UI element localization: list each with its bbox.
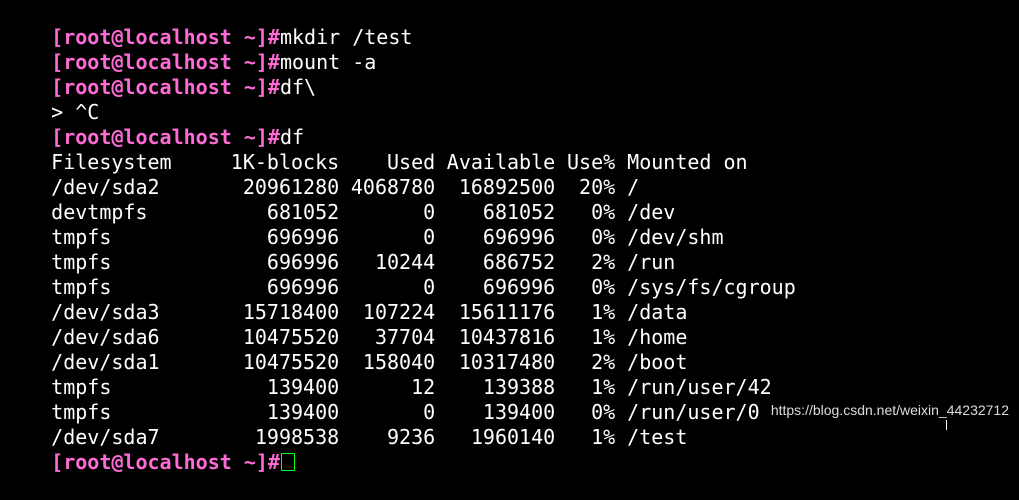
cell-used: 4068780 bbox=[350, 175, 436, 199]
cell-blocks: 696996 bbox=[266, 275, 340, 299]
cell-filesystem: /dev/sda2 bbox=[51, 175, 160, 199]
command-text: df\ bbox=[279, 75, 317, 99]
cell-use: 0% bbox=[591, 275, 616, 299]
cell-used: 10244 bbox=[374, 250, 436, 274]
cell-available: 10317480 bbox=[458, 350, 556, 374]
cell-used: 0 bbox=[423, 225, 436, 249]
cell-mounted: /dev/shm bbox=[627, 225, 724, 249]
cell-available: 696996 bbox=[482, 225, 556, 249]
header-blocks: 1K-blocks bbox=[230, 150, 340, 174]
cell-blocks: 139400 bbox=[266, 400, 340, 424]
cell-available: 10437816 bbox=[458, 325, 556, 349]
shell-prompt: [root@localhost ~]# bbox=[51, 450, 280, 474]
shell-prompt: [root@localhost ~]# bbox=[51, 125, 280, 149]
cell-available: 15611176 bbox=[458, 300, 556, 324]
cell-blocks: 15718400 bbox=[242, 300, 340, 324]
continuation-text: > ^C bbox=[51, 100, 100, 124]
cell-filesystem: tmpfs bbox=[51, 375, 112, 399]
cell-use: 1% bbox=[591, 325, 616, 349]
cell-filesystem: tmpfs bbox=[51, 250, 112, 274]
cell-use: 2% bbox=[591, 250, 616, 274]
cell-mounted: /home bbox=[627, 325, 688, 349]
cell-mounted: / bbox=[627, 175, 640, 199]
cell-mounted: /test bbox=[627, 425, 688, 449]
cell-blocks: 139400 bbox=[266, 375, 340, 399]
cell-blocks: 681052 bbox=[266, 200, 340, 224]
cell-filesystem: tmpfs bbox=[51, 400, 112, 424]
cell-mounted: /run/user/0 bbox=[627, 400, 760, 424]
cell-blocks: 696996 bbox=[266, 225, 340, 249]
cell-used: 0 bbox=[423, 275, 436, 299]
cell-use: 1% bbox=[591, 375, 616, 399]
cell-use: 2% bbox=[591, 350, 616, 374]
cell-available: 1960140 bbox=[470, 425, 556, 449]
cell-use: 0% bbox=[591, 400, 616, 424]
cell-filesystem: /dev/sda6 bbox=[51, 325, 160, 349]
cell-used: 107224 bbox=[362, 300, 436, 324]
cell-filesystem: /dev/sda1 bbox=[51, 350, 160, 374]
cell-blocks: 20961280 bbox=[242, 175, 340, 199]
header-use: Use% bbox=[567, 150, 616, 174]
cell-blocks: 10475520 bbox=[242, 350, 340, 374]
cell-mounted: /dev bbox=[627, 200, 676, 224]
shell-prompt: [root@localhost ~]# bbox=[51, 75, 280, 99]
command-text: mount -a bbox=[279, 50, 377, 74]
command-text: mkdir /test bbox=[279, 25, 413, 49]
command-text: df bbox=[279, 125, 305, 149]
cell-used: 0 bbox=[423, 200, 436, 224]
cell-filesystem: /dev/sda7 bbox=[51, 425, 160, 449]
command-line-4: [root@localhost ~]#df bbox=[3, 100, 1019, 149]
cell-mounted: /boot bbox=[627, 350, 688, 374]
cell-use: 0% bbox=[591, 225, 616, 249]
header-mounted: Mounted on bbox=[627, 150, 748, 174]
header-filesystem: Filesystem bbox=[51, 150, 172, 174]
cell-mounted: /run/user/42 bbox=[627, 375, 772, 399]
cell-blocks: 10475520 bbox=[242, 325, 340, 349]
cell-filesystem: /dev/sda3 bbox=[51, 300, 160, 324]
terminal-window[interactable]: [root@localhost ~]#mkdir /test [root@loc… bbox=[3, 0, 1019, 474]
cell-available: 681052 bbox=[482, 200, 556, 224]
cell-available: 696996 bbox=[482, 275, 556, 299]
cell-use: 20% bbox=[579, 175, 616, 199]
terminal-cursor-icon bbox=[280, 453, 295, 471]
cell-blocks: 696996 bbox=[266, 250, 340, 274]
cell-available: 139388 bbox=[482, 375, 556, 399]
cell-filesystem: tmpfs bbox=[51, 275, 112, 299]
cell-use: 1% bbox=[591, 425, 616, 449]
cell-available: 686752 bbox=[482, 250, 556, 274]
cell-mounted: /data bbox=[627, 300, 688, 324]
cell-used: 37704 bbox=[374, 325, 436, 349]
cell-used: 12 bbox=[411, 375, 436, 399]
command-line-1: [root@localhost ~]#mkdir /test bbox=[3, 0, 1019, 49]
cell-used: 158040 bbox=[362, 350, 436, 374]
header-available: Available bbox=[446, 150, 556, 174]
cell-mounted: /sys/fs/cgroup bbox=[627, 275, 796, 299]
cell-use: 1% bbox=[591, 300, 616, 324]
cell-use: 0% bbox=[591, 200, 616, 224]
cell-mounted: /run bbox=[627, 250, 676, 274]
shell-prompt: [root@localhost ~]# bbox=[51, 25, 280, 49]
shell-prompt: [root@localhost ~]# bbox=[51, 50, 280, 74]
cell-available: 16892500 bbox=[458, 175, 556, 199]
cell-filesystem: tmpfs bbox=[51, 225, 112, 249]
header-used: Used bbox=[387, 150, 436, 174]
watermark: https://blog.csdn.net/weixin_44232712 bbox=[770, 402, 1009, 418]
cell-available: 139400 bbox=[482, 400, 556, 424]
cell-filesystem: devtmpfs bbox=[51, 200, 148, 224]
cell-blocks: 1998538 bbox=[254, 425, 340, 449]
cell-used: 0 bbox=[423, 400, 436, 424]
mouse-text-cursor-icon bbox=[946, 420, 947, 430]
cell-used: 9236 bbox=[387, 425, 436, 449]
